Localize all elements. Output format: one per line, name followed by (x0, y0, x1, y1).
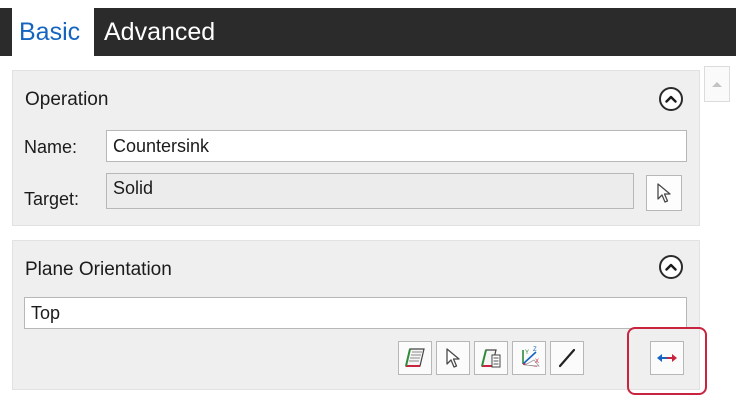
plane-orientation-section: Plane Orientation Top Y Z X (12, 240, 700, 390)
chevron-up-icon (665, 95, 677, 103)
svg-text:Y: Y (525, 350, 529, 356)
scroll-up-arrow-icon (712, 82, 722, 87)
select-plane-button[interactable] (436, 341, 470, 375)
plane-from-list-icon (481, 349, 501, 368)
tab-basic[interactable]: Basic (12, 8, 94, 56)
target-field[interactable]: Solid (106, 173, 634, 209)
coordinate-system-icon: Y Z X (522, 347, 540, 367)
target-label: Target: (24, 189, 80, 209)
plane-orientation-collapse-button[interactable] (659, 255, 683, 279)
line-direction-icon (558, 348, 576, 368)
line-direction-button[interactable] (550, 341, 584, 375)
operation-title: Operation (25, 89, 109, 110)
plane-orientation-input[interactable] (24, 297, 687, 329)
name-label: Name: (24, 137, 78, 157)
select-pointer-icon (657, 183, 671, 203)
svg-text:Z: Z (533, 347, 537, 353)
plane-button[interactable] (398, 341, 432, 375)
target-value: Solid (113, 178, 154, 198)
flip-direction-button[interactable] (650, 341, 684, 375)
tab-advanced[interactable]: Advanced (104, 8, 215, 56)
target-select-button[interactable] (646, 175, 682, 211)
flip-direction-icon (657, 354, 677, 362)
svg-text:X: X (535, 359, 539, 365)
plane-orientation-title: Plane Orientation (25, 259, 172, 280)
tab-bar: Basic Advanced (0, 8, 736, 56)
coordinate-system-button[interactable]: Y Z X (512, 341, 546, 375)
operation-section: Operation Name: Target: Solid (12, 70, 700, 226)
chevron-up-icon (665, 263, 677, 271)
select-pointer-icon (446, 348, 460, 368)
operation-collapse-button[interactable] (659, 87, 683, 111)
plane-from-list-button[interactable] (474, 341, 508, 375)
scroll-up-button[interactable] (704, 66, 730, 102)
plane-icon (405, 348, 425, 367)
name-input[interactable] (106, 130, 687, 162)
